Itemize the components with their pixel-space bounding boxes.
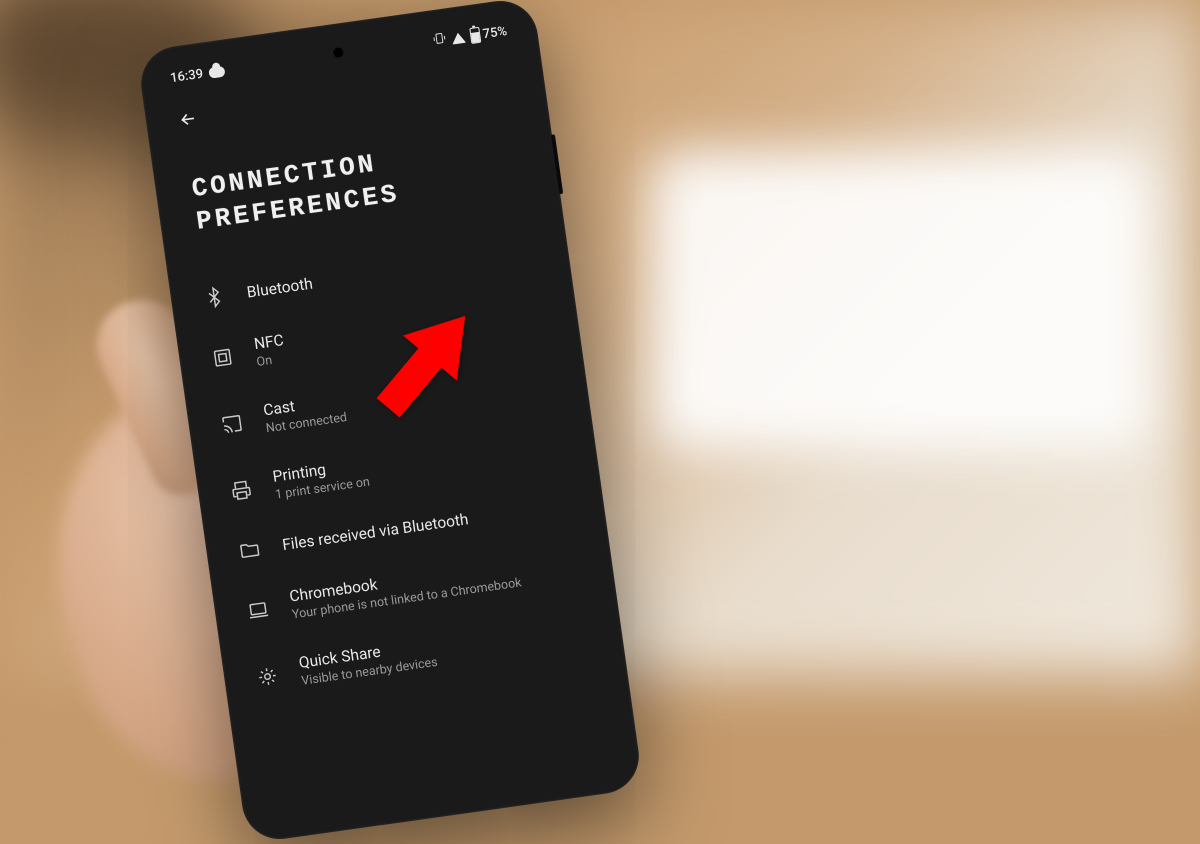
- folder-icon: [237, 537, 262, 562]
- nfc-icon: [210, 345, 235, 370]
- status-time: 16:39: [169, 66, 204, 85]
- battery-percentage: 75%: [482, 24, 508, 42]
- background-shape: [650, 150, 1150, 450]
- battery-icon: [469, 27, 481, 44]
- item-label: NFC: [253, 331, 285, 353]
- item-label: Files received via Bluetooth: [281, 510, 469, 554]
- bluetooth-icon: [202, 285, 227, 310]
- item-sublabel: On: [256, 351, 288, 370]
- item-label: Bluetooth: [246, 275, 314, 302]
- wifi-icon: [450, 31, 465, 44]
- share-icon: [255, 664, 280, 689]
- settings-list: Bluetooth NFC On: [177, 218, 616, 717]
- weather-icon: [208, 65, 225, 78]
- cast-icon: [220, 411, 245, 436]
- printer-icon: [229, 477, 254, 502]
- laptop-icon: [246, 597, 271, 622]
- vibrate-icon: [431, 31, 447, 51]
